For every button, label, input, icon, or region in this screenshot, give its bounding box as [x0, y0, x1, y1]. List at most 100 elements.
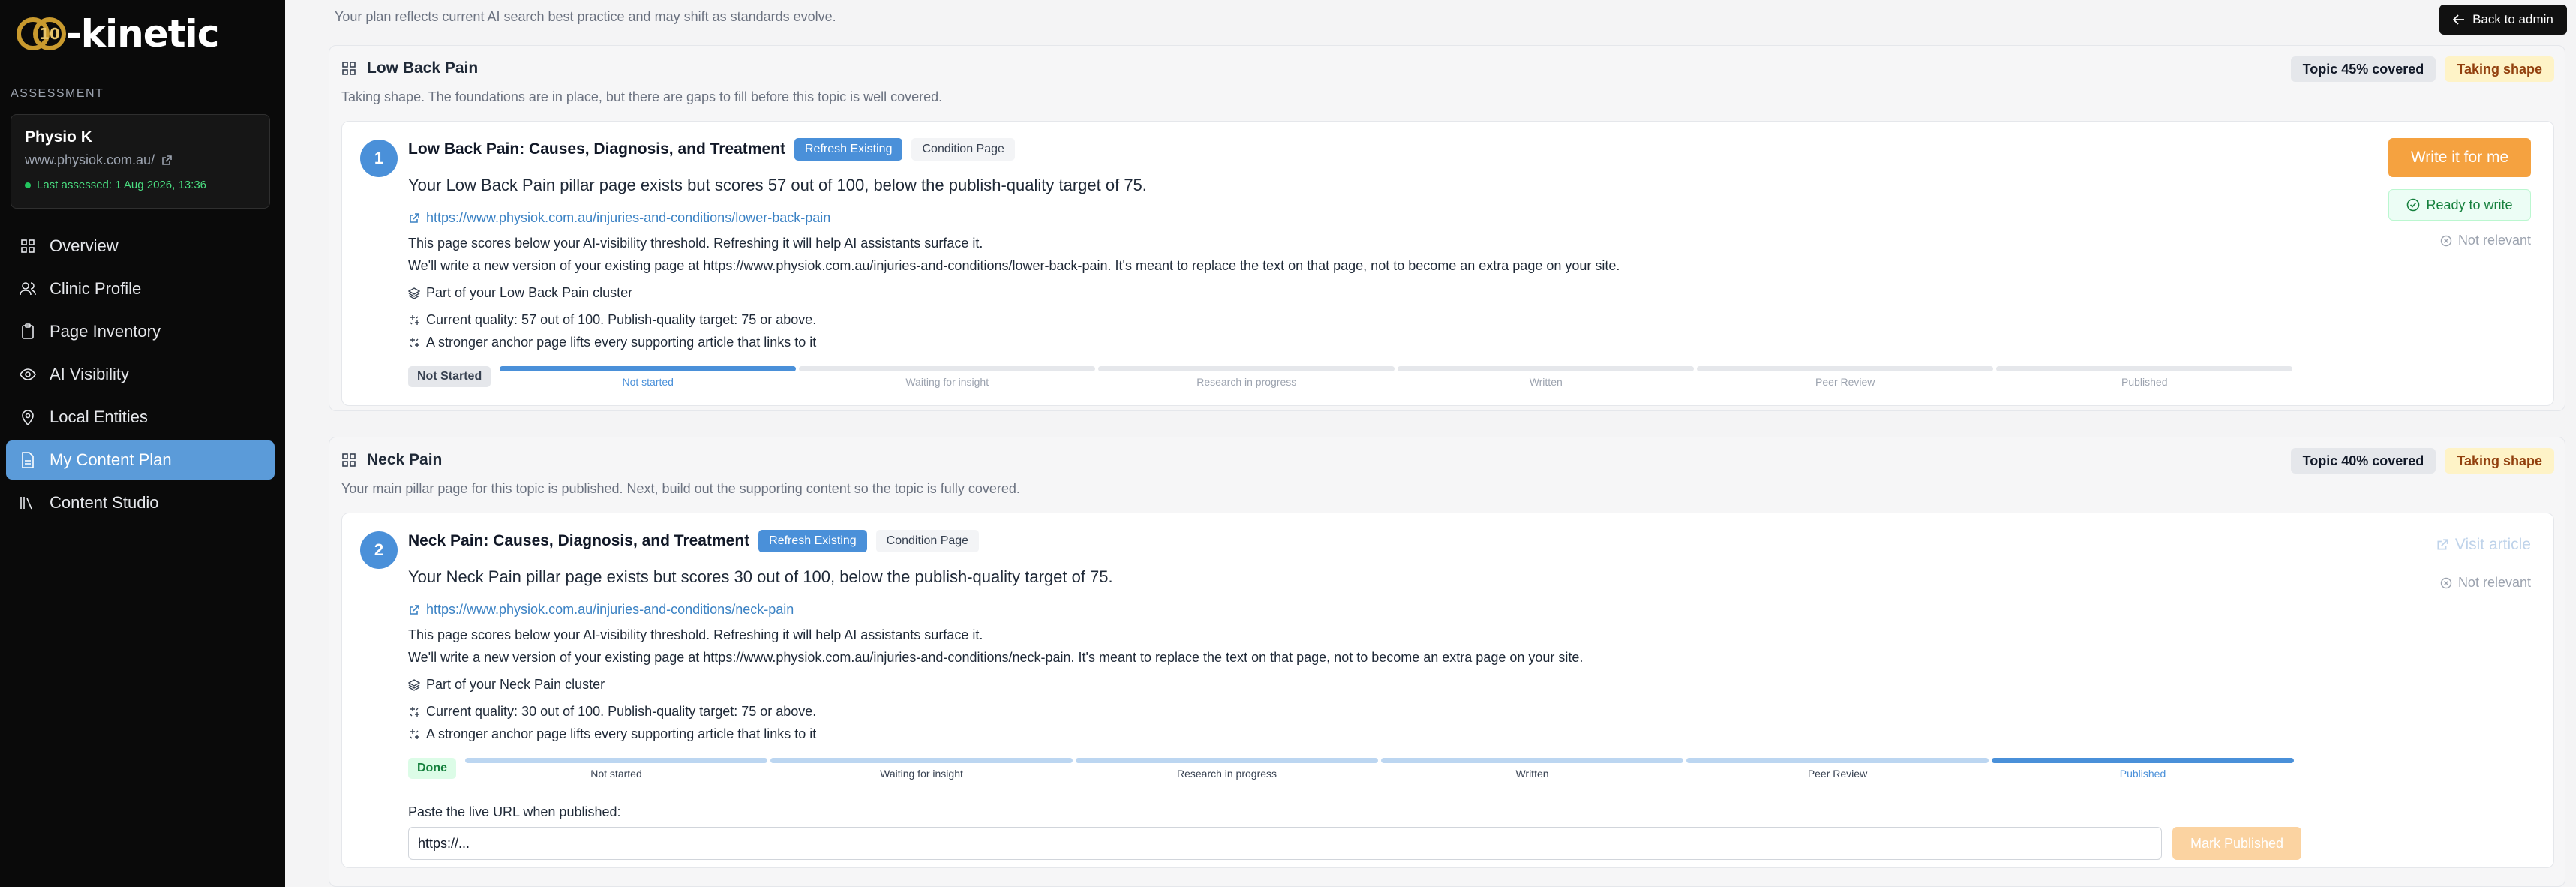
- sidebar-item-label: Local Entities: [50, 407, 148, 426]
- topic-title: Neck Pain: [367, 451, 443, 468]
- card-number: 1: [360, 140, 398, 177]
- brand-mark-icon: 10: [17, 14, 66, 53]
- stepper-bar: [1098, 366, 1395, 371]
- not-relevant-button[interactable]: Not relevant: [2440, 233, 2531, 248]
- coverage-badge: Topic 45% covered: [2290, 56, 2436, 82]
- live-url-input[interactable]: [408, 827, 2162, 860]
- section-label: ASSESSMENT: [11, 87, 104, 100]
- map-pin-icon: [20, 409, 36, 425]
- library-icon: [20, 495, 36, 511]
- external-link-icon: [2436, 538, 2449, 552]
- cluster-text: Part of your Neck Pain cluster: [426, 677, 605, 692]
- stepper-segments: Not started Waiting for insight Research i…: [500, 366, 2293, 388]
- stepper-bar: [1381, 758, 1683, 763]
- stepper-stage: Research in progress: [1098, 366, 1395, 388]
- action-tag: Refresh Existing: [758, 530, 867, 552]
- x-circle-icon: [2440, 235, 2452, 247]
- stepper-bar: [1992, 758, 2294, 763]
- type-tag: Condition Page: [875, 530, 980, 552]
- quality-line: Current quality: 57 out of 100. Publish-…: [408, 312, 816, 328]
- sidebar-item-page-inventory[interactable]: Page Inventory: [6, 312, 275, 351]
- sidebar-item-my-content-plan[interactable]: My Content Plan: [6, 440, 275, 480]
- sidebar-item-clinic-profile[interactable]: Clinic Profile: [6, 269, 275, 308]
- sidebar-item-content-studio[interactable]: Content Studio: [6, 483, 275, 522]
- topic-title: Low Back Pain: [367, 59, 479, 77]
- anchor-text: A stronger anchor page lifts every suppo…: [426, 335, 817, 350]
- progress-stepper: Not Started Not started Waiting for insig…: [408, 366, 2293, 396]
- brand-wordmark: -kinetic: [66, 12, 219, 56]
- stepper-stage: Written: [1398, 366, 1695, 388]
- back-to-admin-button[interactable]: Back to admin: [2439, 5, 2567, 35]
- status-dot-icon: [25, 182, 31, 188]
- clinic-name: Physio K: [25, 128, 92, 146]
- stepper-stage: Peer Review: [1686, 758, 1989, 780]
- cluster-line: Part of your Neck Pain cluster: [408, 677, 605, 693]
- ready-to-write-label: Ready to write: [2426, 197, 2513, 212]
- sidebar-item-local-entities[interactable]: Local Entities: [6, 398, 275, 437]
- plan-note: Your plan reflects current AI search bes…: [335, 9, 836, 24]
- progress-stepper: Done Not started Waiting for insight Resea…: [408, 758, 2294, 788]
- stage-chip: Not Started: [408, 366, 491, 387]
- sidebar: 10 -kinetic ASSESSMENT Physio K www.phys…: [0, 0, 285, 887]
- document-icon: [20, 452, 36, 468]
- stepper-stage-label: Not started: [622, 376, 674, 388]
- topic-header: Low Back Pain: [341, 59, 478, 77]
- page-link[interactable]: https://www.physiok.com.au/injuries-and-…: [408, 210, 830, 226]
- stepper-stage-label: Peer Review: [1807, 768, 1868, 780]
- stepper-bar: [1398, 366, 1695, 371]
- write-it-for-me-button[interactable]: Write it for me: [2388, 138, 2531, 177]
- external-link-icon: [408, 604, 420, 616]
- stepper-bar: [1996, 366, 2293, 371]
- check-circle-icon: [2406, 198, 2420, 212]
- last-assessed: Last assessed: 1 Aug 2026, 13:36: [25, 179, 256, 191]
- sparkles-icon: [408, 706, 420, 718]
- stepper-stage-label: Peer Review: [1815, 376, 1875, 388]
- sparkles-icon: [408, 337, 420, 349]
- stepper-bar: [1686, 758, 1989, 763]
- visit-article-label: Visit article: [2454, 536, 2531, 553]
- clinic-card: Physio K www.physiok.com.au/ Last assess…: [11, 114, 270, 209]
- stepper-stage-label: Waiting for insight: [880, 768, 963, 780]
- cluster-text: Part of your Low Back Pain cluster: [426, 285, 633, 300]
- sidebar-item-label: Page Inventory: [50, 322, 161, 341]
- brand-logo[interactable]: 10 -kinetic: [17, 11, 219, 57]
- stepper-bar: [770, 758, 1073, 763]
- card-actions: Write it for me Ready to write Not relev…: [2388, 138, 2531, 248]
- type-tag: Condition Page: [911, 138, 1015, 161]
- stepper-stage-label: Research in progress: [1176, 768, 1277, 780]
- main-content: Your plan reflects current AI search bes…: [285, 0, 2576, 887]
- eye-icon: [20, 366, 36, 383]
- sidebar-item-ai-visibility[interactable]: AI Visibility: [6, 355, 275, 394]
- cluster-line: Part of your Low Back Pain cluster: [408, 285, 632, 301]
- topic-subtitle: Your main pillar page for this topic is …: [341, 481, 1020, 496]
- sidebar-item-label: My Content Plan: [50, 450, 172, 469]
- stepper-bar: [465, 758, 767, 763]
- status-badge: Taking shape: [2445, 448, 2554, 474]
- card-replace-note: We'll write a new version of your existi…: [408, 650, 1584, 665]
- visit-article-button[interactable]: Visit article: [2436, 536, 2531, 554]
- grid-icon: [20, 238, 36, 254]
- topic-section-low-back-pain: Low Back Pain Taking shape. The foundati…: [329, 45, 2565, 411]
- anchor-line: A stronger anchor page lifts every suppo…: [408, 335, 816, 350]
- card-replace-note: We'll write a new version of your existi…: [408, 258, 1620, 273]
- users-icon: [20, 281, 36, 297]
- sidebar-item-label: Overview: [50, 236, 119, 255]
- page-link[interactable]: https://www.physiok.com.au/injuries-and-…: [408, 602, 794, 618]
- topic-header: Neck Pain: [341, 451, 442, 469]
- last-assessed-text: Last assessed: 1 Aug 2026, 13:36: [37, 179, 207, 191]
- status-badge: Taking shape: [2445, 56, 2554, 82]
- topic-subtitle: Taking shape. The foundations are in pla…: [341, 89, 943, 104]
- ready-to-write-button[interactable]: Ready to write: [2388, 189, 2531, 221]
- sparkles-icon: [408, 729, 420, 741]
- clinic-url-link[interactable]: www.physiok.com.au/: [25, 152, 256, 168]
- stepper-segments: Not started Waiting for insight Research i…: [465, 758, 2294, 780]
- topic-badges: Topic 40% covered Taking shape: [2290, 448, 2554, 474]
- stepper-stage: Research in progress: [1076, 758, 1378, 780]
- sidebar-item-overview[interactable]: Overview: [6, 227, 275, 266]
- anchor-line: A stronger anchor page lifts every suppo…: [408, 726, 816, 742]
- not-relevant-button[interactable]: Not relevant: [2440, 575, 2531, 591]
- stepper-bar: [1697, 366, 1994, 371]
- coverage-badge: Topic 40% covered: [2290, 448, 2436, 474]
- mark-published-button[interactable]: Mark Published: [2172, 827, 2301, 860]
- layers-icon: [408, 678, 420, 691]
